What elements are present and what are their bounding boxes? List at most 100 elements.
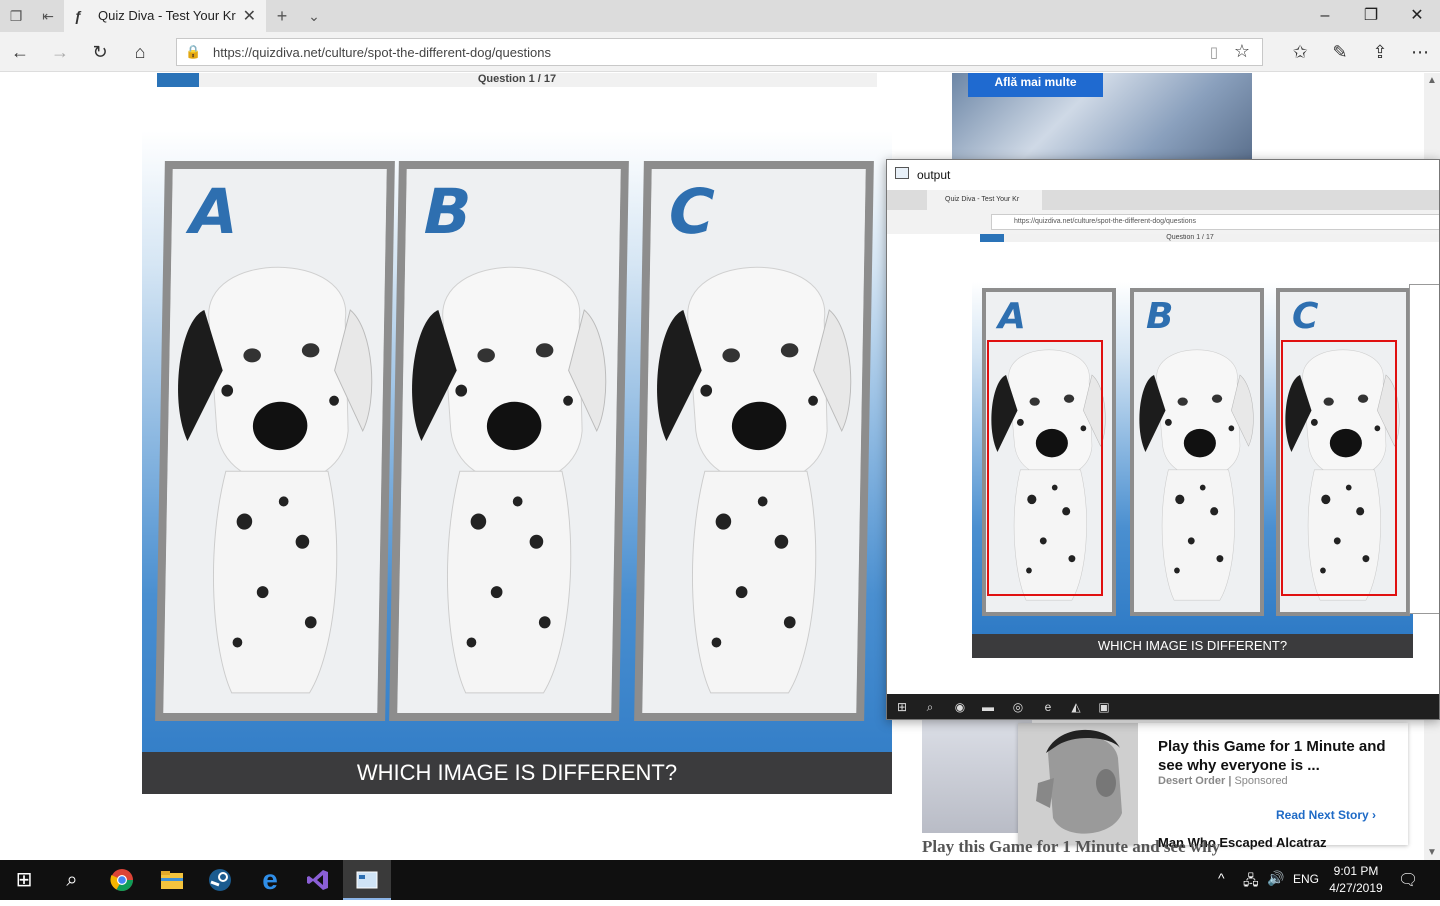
- mini-steam-icon: ◎: [1012, 700, 1024, 714]
- dog-panel-c[interactable]: C: [634, 161, 874, 721]
- search-icon[interactable]: ⌕: [48, 860, 96, 900]
- dog-photo: C: [642, 169, 866, 713]
- mini-panel-letter: B: [1146, 296, 1174, 337]
- mini-panel-letter: A: [998, 296, 1026, 337]
- ad-learn-more-button[interactable]: Află mai multe: [968, 73, 1103, 97]
- forward-icon[interactable]: →: [48, 40, 72, 64]
- language-indicator[interactable]: ENG: [1293, 872, 1319, 886]
- browser-tab-strip: ❐ ⇤ ƒ Quiz Diva - Test Your Kr ✕ + ⌄ – ❐…: [0, 0, 1440, 32]
- minimize-button[interactable]: –: [1302, 4, 1348, 28]
- scroll-down-icon[interactable]: ▼: [1427, 847, 1437, 858]
- restore-button[interactable]: ❐: [1348, 4, 1394, 28]
- dog-panel-b[interactable]: B: [389, 161, 629, 721]
- file-explorer-icon[interactable]: [148, 860, 196, 900]
- chevron-right-icon: ›: [1372, 808, 1377, 822]
- promo-image[interactable]: [1018, 723, 1138, 845]
- output-app-icon: [895, 167, 909, 179]
- mini-panel-letter: C: [1292, 296, 1319, 337]
- dog-panel-a[interactable]: A: [155, 161, 395, 721]
- volume-icon[interactable]: 🔊: [1267, 870, 1284, 887]
- panel-letter: B: [423, 175, 472, 248]
- lock-icon: 🔒: [185, 44, 202, 59]
- more-icon[interactable]: ⋯: [1408, 40, 1432, 64]
- ad-banner[interactable]: Află mai multe: [952, 73, 1252, 163]
- action-center-icon[interactable]: 🗨: [1398, 870, 1418, 890]
- new-tab-icon[interactable]: +: [274, 7, 290, 25]
- set-aside-tabs-icon[interactable]: ⇤: [40, 8, 56, 24]
- output-window-titlebar[interactable]: output: [887, 160, 1439, 190]
- mini-edge-icon: e: [1044, 700, 1052, 714]
- mini-tab: Quiz Diva - Test Your Kr: [927, 190, 1042, 210]
- read-next-label: Read Next Story: [1276, 808, 1369, 822]
- mini-dog-photo: B: [1134, 292, 1260, 612]
- mini-tab-strip: Quiz Diva - Test Your Kr: [887, 190, 1439, 210]
- mini-vs-icon: ◭: [1071, 700, 1081, 714]
- panel-letter: C: [668, 175, 716, 248]
- web-note-icon[interactable]: ✎: [1328, 40, 1352, 64]
- mini-start-icon: ⊞: [896, 700, 908, 714]
- refresh-icon[interactable]: ↻: [88, 40, 112, 64]
- clock-date: 4/27/2019: [1329, 881, 1383, 895]
- promo-sponsor: Desert Order | Sponsored: [1158, 775, 1288, 787]
- output-app-taskbar-icon[interactable]: [343, 860, 391, 900]
- mini-explorer-icon: ▬: [982, 700, 994, 714]
- panel-letter: A: [189, 175, 239, 248]
- dog-photo: B: [397, 169, 621, 713]
- scroll-up-icon[interactable]: ▲: [1427, 75, 1437, 86]
- promo-source: Desert Order: [1158, 775, 1226, 787]
- quiz-image: A B C: [142, 131, 892, 794]
- mini-progress-bar: Question 1 / 17: [980, 234, 1439, 242]
- tab-quizdiva[interactable]: ƒ Quiz Diva - Test Your Kr ✕: [64, 0, 266, 32]
- home-icon[interactable]: ⌂: [128, 40, 152, 64]
- tab-actions-icon[interactable]: ❐: [8, 8, 24, 24]
- close-tab-icon[interactable]: ✕: [243, 6, 256, 26]
- mini-question-text: WHICH IMAGE IS DIFFERENT?: [972, 634, 1413, 658]
- promo-title[interactable]: Play this Game for 1 Minute and see why …: [1158, 737, 1388, 775]
- browser-navbar: ← → ↻ ⌂ 🔒 https://quizdiva.net/culture/s…: [0, 32, 1440, 72]
- quizdiva-favicon-icon: ƒ: [74, 8, 82, 24]
- nested-output-window: [1409, 284, 1439, 614]
- close-window-button[interactable]: ✕: [1394, 4, 1440, 28]
- chrome-icon[interactable]: [98, 860, 146, 900]
- url-text[interactable]: https://quizdiva.net/culture/spot-the-di…: [213, 45, 551, 60]
- edge-icon[interactable]: e: [246, 860, 294, 900]
- detection-box-c: [1281, 340, 1397, 596]
- visual-studio-icon[interactable]: [294, 860, 342, 900]
- detection-box-a: [987, 340, 1103, 596]
- favorite-star-icon[interactable]: ☆: [1234, 41, 1250, 62]
- steam-icon[interactable]: [196, 860, 244, 900]
- mini-taskbar: ⊞ ⌕ ◉ ▬ ◎ e ◭ ▣: [887, 694, 1439, 719]
- mini-navbar: https://quizdiva.net/culture/spot-the-di…: [887, 210, 1439, 234]
- tab-preview-chevron-icon[interactable]: ⌄: [306, 8, 322, 24]
- mini-quiz-image: A B C: [972, 282, 1413, 634]
- favorites-hub-icon[interactable]: ✩: [1288, 40, 1312, 64]
- back-icon[interactable]: ←: [8, 40, 32, 64]
- promo-sponsored-label: Sponsored: [1234, 775, 1288, 787]
- start-button-icon[interactable]: ⊞: [0, 860, 48, 900]
- network-icon[interactable]: 🖧: [1243, 870, 1259, 894]
- mini-search-icon: ⌕: [926, 700, 934, 714]
- bottom-article-caption[interactable]: Play this Game for 1 Minute and see why: [922, 837, 1220, 857]
- windows-taskbar: ⊞ ⌕ e ^ 🖧 🔊 ENG 9:01 PM 4/27/2019 🗨: [0, 860, 1440, 900]
- mini-progress-label: Question 1 / 17: [1166, 234, 1214, 241]
- mini-output-icon: ▣: [1098, 700, 1110, 714]
- output-window-title: output: [917, 168, 951, 182]
- mini-dog-panel-b: B: [1130, 288, 1264, 616]
- question-text: WHICH IMAGE IS DIFFERENT?: [142, 752, 892, 794]
- clock-time: 9:01 PM: [1333, 864, 1379, 878]
- ad-image[interactable]: [922, 713, 1032, 833]
- address-bar[interactable]: 🔒 https://quizdiva.net/culture/spot-the-…: [176, 38, 1263, 66]
- clock[interactable]: 9:01 PM 4/27/2019: [1326, 863, 1386, 897]
- read-next-story-link[interactable]: Read Next Story ›: [1276, 808, 1376, 822]
- quiz-progress-bar: Question 1 / 17: [157, 73, 877, 87]
- show-hidden-icons-icon[interactable]: ^: [1218, 870, 1225, 886]
- mini-url: https://quizdiva.net/culture/spot-the-di…: [991, 214, 1439, 230]
- share-icon[interactable]: ⇪: [1368, 40, 1392, 64]
- quiz-progress-label: Question 1 / 17: [477, 73, 557, 85]
- tab-title: Quiz Diva - Test Your Kr: [98, 8, 236, 23]
- promo-card[interactable]: Play this Game for 1 Minute and see why …: [1018, 723, 1408, 850]
- dog-photo: A: [163, 169, 387, 713]
- mini-chrome-icon: ◉: [954, 700, 966, 714]
- reading-view-icon[interactable]: ▯: [1210, 43, 1218, 61]
- output-window[interactable]: output Quiz Diva - Test Your Kr https://…: [886, 159, 1440, 720]
